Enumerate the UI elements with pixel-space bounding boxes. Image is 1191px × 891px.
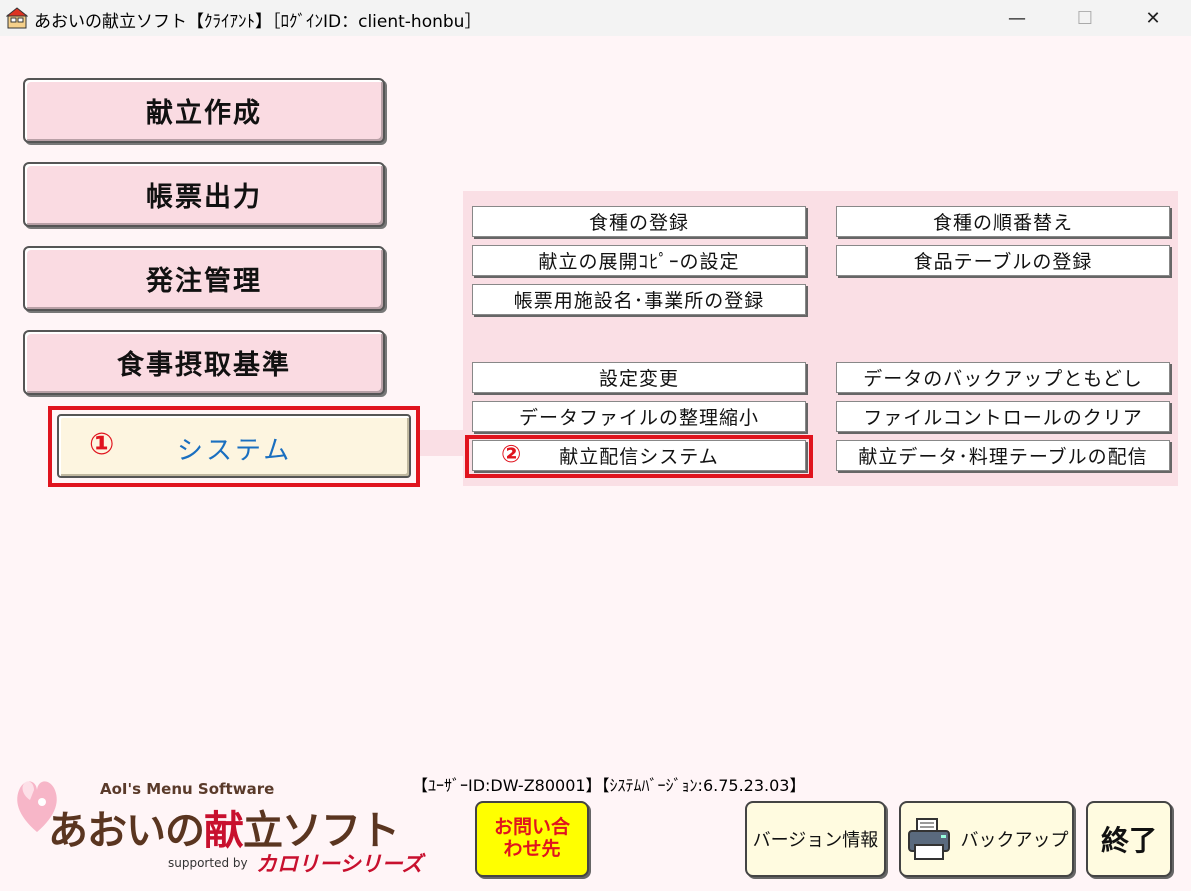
title-bar: あおいの献立ソフト【ｸﾗｲｱﾝﾄ】［ﾛｸﾞｲﾝID：client-honbu］ … [0,0,1191,36]
menu-data-distribution-button[interactable]: 献立データ･料理テーブルの配信 [836,440,1170,471]
window-title: あおいの献立ソフト【ｸﾗｲｱﾝﾄ】［ﾛｸﾞｲﾝID：client-honbu］ [34,12,482,32]
food-table-register-button[interactable]: 食品テーブルの登録 [836,245,1170,276]
menu-create-button[interactable]: 献立作成 [23,78,385,143]
exit-button[interactable]: 終了 [1086,801,1172,877]
intake-standard-button[interactable]: 食事摂取基準 [23,330,385,395]
menu-distribution-button[interactable]: ② 献立配信システム [472,440,806,471]
user-version-info: 【ﾕｰｻﾞｰID:DW-Z80001】【ｼｽﾃﾑﾊﾞｰｼﾞｮﾝ:6.75.23.… [412,776,806,795]
data-backup-button[interactable]: データのバックアップともどし [836,362,1170,393]
step-2-marker: ② [501,440,523,468]
version-info-button[interactable]: バージョン情報 [745,801,886,877]
backup-button[interactable]: バックアップ [899,801,1074,877]
backup-label: バックアップ [960,830,1069,851]
meal-type-register-button[interactable]: 食種の登録 [472,206,806,237]
logo-subtitle: AoI's Menu Software [100,780,275,798]
menu-distribution-label: 献立配信システム [559,446,719,468]
system-button-label: システム [177,436,293,466]
meal-type-order-button[interactable]: 食種の順番替え [836,206,1170,237]
settings-change-button[interactable]: 設定変更 [472,362,806,393]
minimize-button[interactable]: — [994,0,1040,36]
system-button[interactable]: ① システム [57,414,411,478]
panel-connector [418,430,466,456]
inquiry-label-line2: わせ先 [503,838,561,860]
logo-series-name: カロリーシリーズ [256,852,423,876]
step-1-marker: ① [89,427,115,462]
logo-supported-by: supported by [168,856,248,870]
report-output-button[interactable]: 帳票出力 [23,162,385,227]
logo-wordmark-part-2: 献 [204,808,244,854]
inquiry-button[interactable]: お問い合 わせ先 [475,801,589,877]
order-management-button[interactable]: 発注管理 [23,246,385,311]
data-file-compact-button[interactable]: データファイルの整理縮小 [472,401,806,432]
facility-register-button[interactable]: 帳票用施設名･事業所の登録 [472,284,806,315]
inquiry-label-line1: お問い合 [493,816,570,839]
app-icon [6,7,28,29]
printer-icon [907,818,950,860]
close-button[interactable]: ✕ [1130,0,1176,36]
maximize-button[interactable]: ☐ [1062,0,1108,36]
file-control-clear-button[interactable]: ファイルコントロールのクリア [836,401,1170,432]
menu-copy-setting-button[interactable]: 献立の展開ｺﾋﾟｰの設定 [472,245,806,276]
logo-wordmark-part-1: あおいの [48,808,205,854]
app-logo: AoI's Menu Software あおいの献立ソフト supported … [12,766,423,881]
